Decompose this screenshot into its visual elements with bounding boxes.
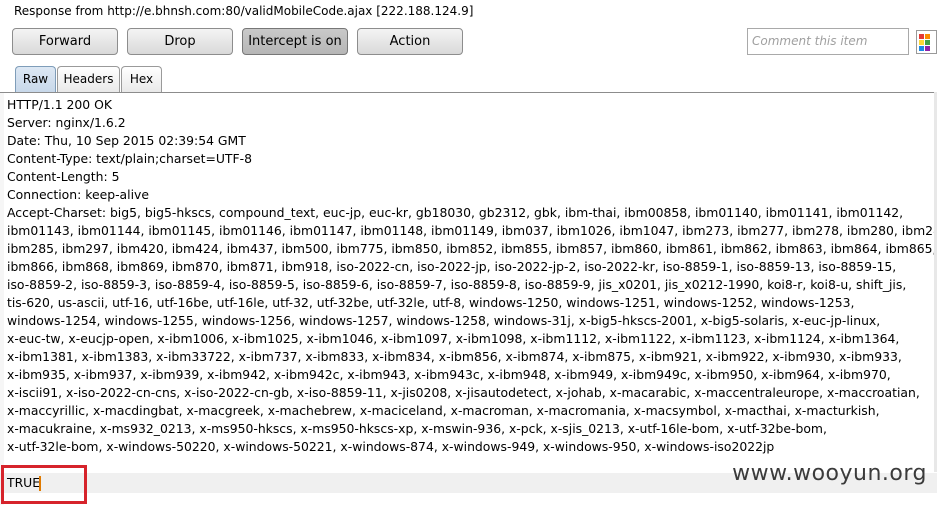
response-line: ibm866, ibm868, ibm869, ibm870, ibm871, … xyxy=(7,259,897,274)
response-line: x-ibm935, x-ibm937, x-ibm939, x-ibm942, … xyxy=(7,367,891,382)
response-line: x-iscii91, x-iso-2022-cn-cns, x-iso-2022… xyxy=(7,385,920,400)
response-line: Server: nginx/1.6.2 xyxy=(7,115,126,130)
response-line: ibm01143, ibm01144, ibm01145, ibm01146, … xyxy=(7,223,937,238)
message-view-tabs: Raw Headers Hex xyxy=(0,62,937,92)
response-line: x-euc-tw, x-eucjp-open, x-ibm1006, x-ibm… xyxy=(7,331,900,346)
response-line: HTTP/1.1 200 OK xyxy=(7,97,112,112)
response-line: tis-620, us-ascii, utf-16, utf-16be, utf… xyxy=(7,295,855,310)
highlight-color-picker-icon[interactable] xyxy=(916,30,937,54)
comment-input[interactable]: Comment this item xyxy=(747,28,909,55)
response-line: Content-Type: text/plain;charset=UTF-8 xyxy=(7,151,252,166)
response-line: Date: Thu, 10 Sep 2015 02:39:54 GMT xyxy=(7,133,246,148)
watermark: www.wooyun.org xyxy=(732,461,927,486)
response-line: x-ibm1381, x-ibm1383, x-ibm33722, x-ibm7… xyxy=(7,349,902,364)
response-line: Content-Length: 5 xyxy=(7,169,120,184)
editor-gutter xyxy=(0,93,4,505)
window-title: Response from http://e.bhnsh.com:80/vali… xyxy=(0,0,937,22)
response-line: Accept-Charset: big5, big5-hkscs, compou… xyxy=(7,205,904,220)
tab-headers[interactable]: Headers xyxy=(57,66,120,92)
response-line: ibm285, ibm297, ibm420, ibm424, ibm437, … xyxy=(7,241,937,256)
response-line: windows-1254, windows-1255, windows-1256… xyxy=(7,313,881,328)
intercept-toggle-button[interactable]: Intercept is on xyxy=(242,28,348,55)
response-line: x-maccyrillic, x-macdingbat, x-macgreek,… xyxy=(7,403,880,418)
action-button[interactable]: Action xyxy=(357,28,463,55)
forward-button[interactable]: Forward xyxy=(12,28,118,55)
response-line: iso-8859-2, iso-8859-3, iso-8859-4, iso-… xyxy=(7,277,907,292)
response-line: x-utf-32le-bom, x-windows-50220, x-windo… xyxy=(7,439,775,454)
tab-raw[interactable]: Raw xyxy=(15,66,56,92)
tab-hex[interactable]: Hex xyxy=(121,66,162,92)
response-line: Connection: keep-alive xyxy=(7,187,149,202)
drop-button[interactable]: Drop xyxy=(127,28,233,55)
highlight-box xyxy=(1,465,87,504)
response-line: x-macukraine, x-ms932_0213, x-ms950-hksc… xyxy=(7,421,827,436)
